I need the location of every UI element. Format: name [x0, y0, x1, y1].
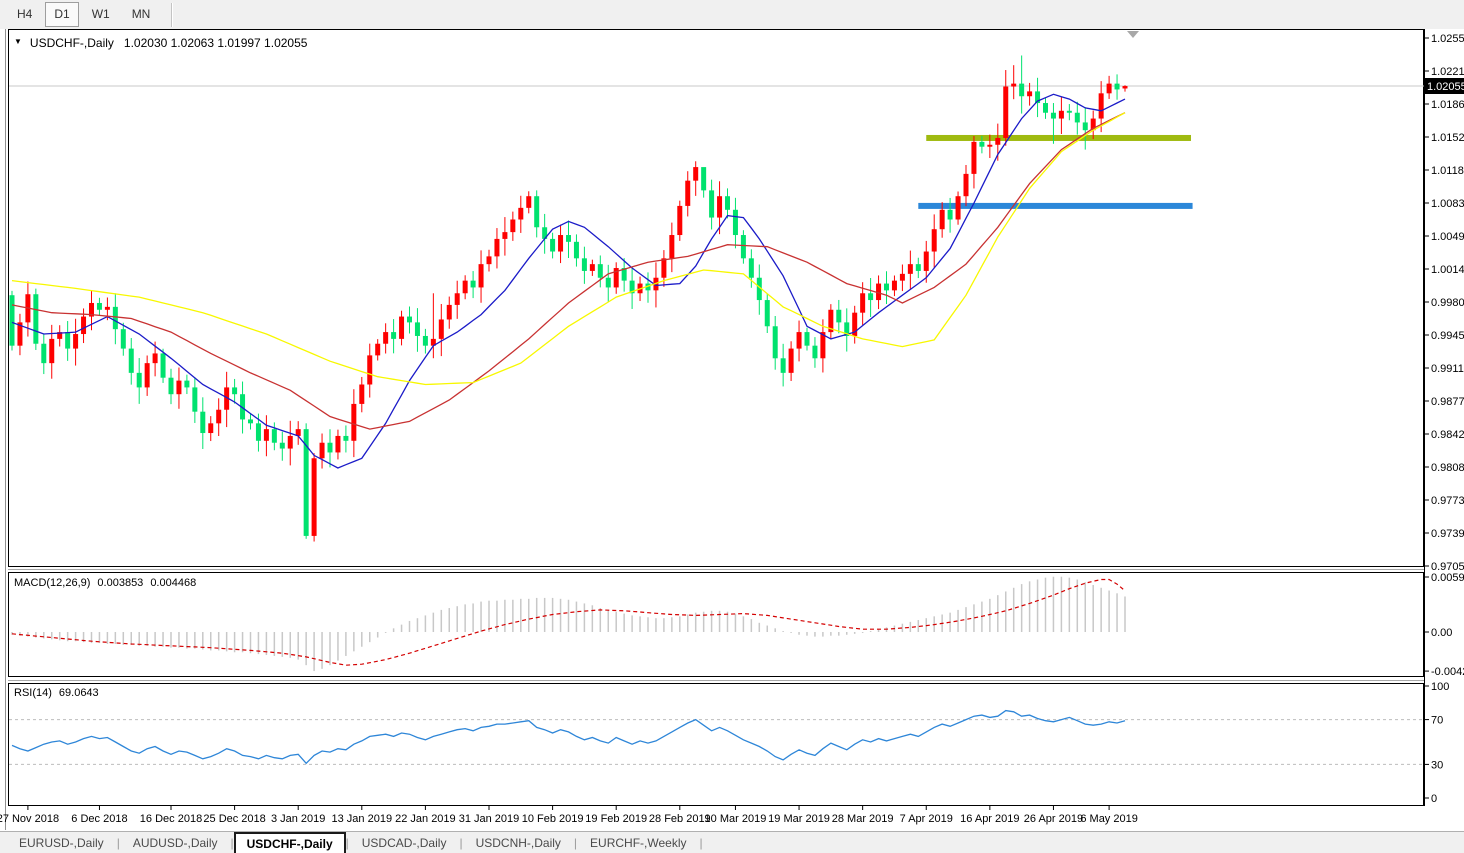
- chart-tab-usdchf[interactable]: USDCHF-,Daily: [233, 832, 346, 853]
- chart-tab-eurusd[interactable]: EURUSD-,Daily: [6, 832, 117, 853]
- chart-tab-usdcnh[interactable]: USDCNH-,Daily: [463, 832, 574, 853]
- price-tick-label: 1.00830: [1431, 198, 1464, 210]
- macd-tick-label: -0.004243: [1431, 666, 1464, 678]
- date-label: 25 Dec 2018: [203, 813, 266, 825]
- chart-title: ▼ USDCHF-,Daily 1.02030 1.02063 1.01997 …: [14, 36, 307, 50]
- macd-value-main: 0.003853: [97, 577, 144, 589]
- price-tick-label: 1.00140: [1431, 264, 1464, 276]
- date-label: 16 Apr 2019: [960, 813, 1020, 825]
- price-tick-label: 1.01180: [1431, 165, 1464, 177]
- date-label: 10 Feb 2019: [521, 813, 584, 825]
- date-label: 6 Dec 2018: [71, 813, 128, 825]
- date-label: 31 Jan 2019: [458, 813, 520, 825]
- price-tick-label: 1.01860: [1431, 99, 1464, 111]
- price-tick-label: 0.97390: [1431, 528, 1464, 540]
- rsi-tick-label: 0: [1431, 793, 1437, 805]
- price-tick-label: 1.01520: [1431, 132, 1464, 144]
- main-panel-frame: [8, 29, 1424, 567]
- rsi-label-row: RSI(14) 69.0643: [14, 687, 99, 699]
- price-tick-label: 0.97730: [1431, 495, 1464, 507]
- price-tick-label: 0.99800: [1431, 297, 1464, 309]
- date-label: 28 Feb 2019: [648, 813, 711, 825]
- rsi-tick-label: 30: [1431, 759, 1443, 771]
- date-label: 13 Jan 2019: [331, 813, 393, 825]
- date-label: 3 Jan 2019: [270, 813, 326, 825]
- date-label: 7 Apr 2019: [899, 813, 953, 825]
- ray-resistance[interactable]: [926, 134, 1191, 141]
- chart-tab-eurchf[interactable]: EURCHF-,Weekly: [577, 832, 699, 853]
- macd-tick-label: 0.00597: [1431, 572, 1464, 584]
- price-tick-label: 1.00490: [1431, 231, 1464, 243]
- macd-label-row: MACD(12,26,9) 0.003853 0.004468: [14, 577, 196, 589]
- rsi-tick-label: 100: [1431, 681, 1449, 693]
- price-tick-label: 0.99450: [1431, 330, 1464, 342]
- chart-menu-icon[interactable]: ▼: [14, 37, 22, 51]
- tab-separator: |: [699, 835, 703, 850]
- current-price-tag-text: 1.02055: [1427, 81, 1464, 93]
- price-tick-label: 0.98770: [1431, 396, 1464, 408]
- date-label: 22 Jan 2019: [395, 813, 456, 825]
- price-tick-label: 0.98420: [1431, 429, 1464, 441]
- price-axis: 1.02550 1.02210 1.01860 1.01520 1.01180 1.008…: [1424, 33, 1464, 573]
- rsi-value: 69.0643: [58, 687, 99, 699]
- chart-tab-audusd[interactable]: AUDUSD-,Daily: [120, 832, 231, 853]
- price-tick-label: 0.99110: [1431, 363, 1464, 375]
- chart-title-symbol: USDCHF-,Daily: [29, 36, 114, 50]
- rsi-label: RSI(14): [14, 687, 52, 699]
- date-label: 19 Mar 2019: [768, 813, 830, 825]
- macd-label: MACD(12,26,9): [14, 577, 91, 589]
- chart-tab-bar: EURUSD-,Daily | AUDUSD-,Daily | USDCHF-,Dail…: [0, 831, 1464, 853]
- chart-tab-usdcad[interactable]: USDCAD-,Daily: [349, 832, 460, 853]
- macd-tick-label: 0.00: [1431, 627, 1452, 639]
- date-label: 10 Mar 2019: [704, 813, 767, 825]
- price-tick-label: 1.02550: [1431, 33, 1464, 45]
- chart-canvas[interactable]: 1.02550 1.02210 1.01860 1.01520 1.01180 1.008…: [0, 0, 1464, 853]
- rsi-panel-frame: [8, 683, 1424, 806]
- macd-value-signal: 0.004468: [150, 577, 197, 589]
- date-label: 27 Nov 2018: [0, 813, 60, 825]
- rsi-tick-label: 70: [1431, 715, 1443, 727]
- date-label: 26 Apr 2019: [1023, 813, 1084, 825]
- macd-panel-frame: [8, 572, 1424, 677]
- date-label: 28 Mar 2019: [831, 813, 894, 825]
- chart-title-ohlc: 1.02030 1.02063 1.01997 1.02055: [123, 36, 308, 50]
- date-label: 19 Feb 2019: [585, 813, 648, 825]
- date-label: 16 Dec 2018: [139, 813, 203, 825]
- price-tick-label: 1.02210: [1431, 66, 1464, 78]
- mt4-chart-window: H4D1W1MN 1.025501.022101.018601.015201.0…: [0, 0, 1464, 853]
- date-label: 6 May 2019: [1080, 813, 1138, 825]
- price-tick-label: 0.98080: [1431, 462, 1464, 474]
